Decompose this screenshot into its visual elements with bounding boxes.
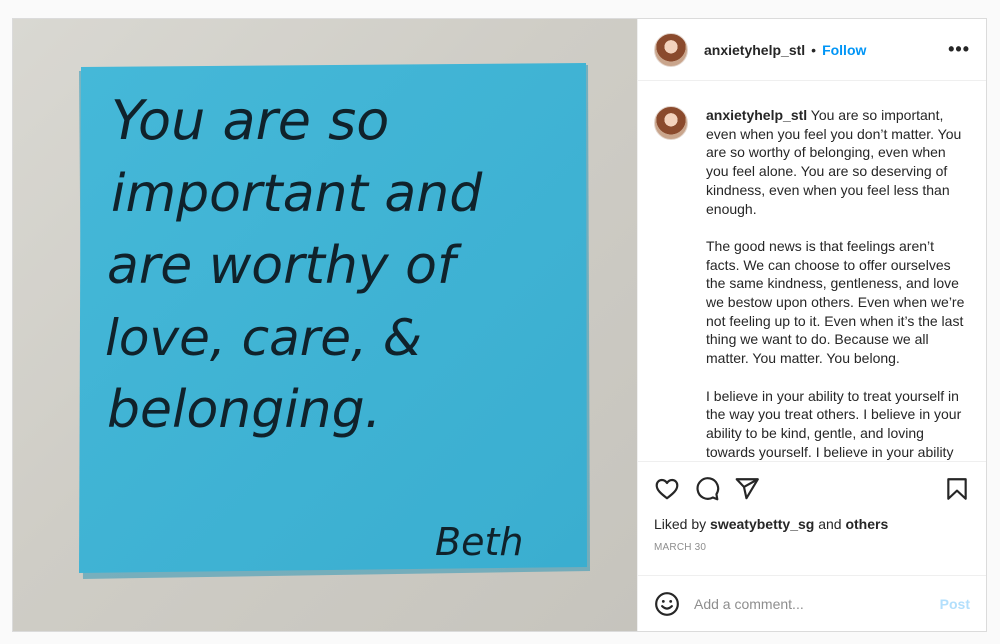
heart-icon[interactable] [654, 476, 680, 502]
note-line-4: love, care, & [105, 309, 422, 367]
likes-and: and [818, 516, 842, 532]
post-image[interactable]: You are so important and are worthy of l… [13, 19, 637, 631]
liked-by-user-link[interactable]: sweatybetty_sg [710, 516, 814, 532]
note-line-2: important and [111, 164, 483, 224]
post-dialog: You are so important and are worthy of l… [12, 18, 987, 632]
sticky-note-illustration: You are so important and are worthy of l… [79, 63, 590, 579]
note-signature: Beth [435, 520, 523, 564]
action-bar: Liked by sweatybetty_sg and others MARCH… [638, 461, 986, 575]
post-sidebar: anxietyhelp_stl • Follow ••• anxietyhelp… [637, 19, 986, 631]
liked-by-others-link[interactable]: others [845, 516, 888, 532]
header-separator: • [811, 41, 817, 58]
post-comment-button[interactable]: Post [940, 596, 970, 612]
comment-input[interactable] [694, 595, 940, 612]
note-line-1: You are so [111, 89, 389, 152]
caption-paragraph-3: I believe in your ability to treat yours… [706, 387, 962, 460]
caption-text: anxietyhelp_stl You are so important, ev… [706, 106, 970, 461]
action-icons [654, 476, 970, 502]
more-options-icon[interactable]: ••• [948, 39, 970, 60]
bookmark-icon[interactable] [944, 476, 970, 502]
comment-bar: Post [638, 575, 986, 631]
caption-area: anxietyhelp_stl You are so important, ev… [638, 81, 986, 461]
caption-paragraph-1: anxietyhelp_stl You are so important, ev… [706, 106, 970, 218]
likes-prefix: Liked by [654, 516, 707, 532]
caption-paragraph-2: The good news is that feelings aren’t fa… [706, 237, 965, 367]
comment-icon[interactable] [694, 476, 720, 502]
post-header: anxietyhelp_stl • Follow ••• [638, 19, 986, 81]
caption-username[interactable]: anxietyhelp_stl [706, 107, 807, 123]
follow-button[interactable]: Follow [822, 42, 866, 58]
caption-paragraph-1-text: You are so important, even when you feel… [706, 107, 962, 217]
note-line-3: are worthy of [107, 236, 462, 296]
header-username[interactable]: anxietyhelp_stl [704, 42, 805, 58]
caption-avatar[interactable] [654, 106, 688, 140]
note-line-5: belonging. [107, 380, 381, 440]
avatar[interactable] [654, 32, 688, 67]
share-icon[interactable] [734, 476, 760, 502]
likes-summary: Liked by sweatybetty_sg and others [654, 516, 970, 532]
smiley-icon[interactable] [654, 591, 680, 617]
post-date[interactable]: MARCH 30 [654, 542, 970, 553]
